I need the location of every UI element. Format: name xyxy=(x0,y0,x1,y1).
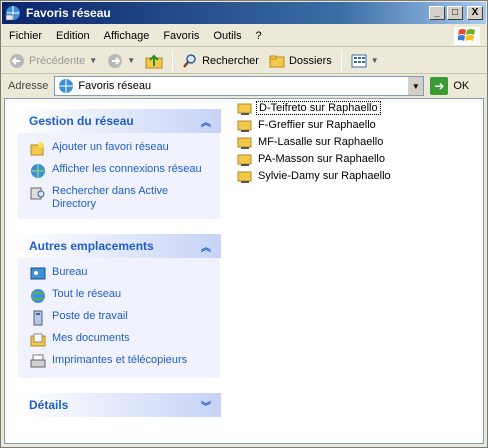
address-dropdown-button[interactable]: ▼ xyxy=(407,77,424,95)
search-icon xyxy=(183,53,196,68)
minimize-button[interactable]: _ xyxy=(429,6,445,20)
network-connections-icon xyxy=(31,164,45,178)
other-places-panel: Autres emplacements ︽ Bureau Tout le rés… xyxy=(17,234,221,379)
list-item[interactable]: Sylvie-Damy sur Raphaello xyxy=(237,167,393,184)
window-title: Favoris réseau xyxy=(26,6,111,20)
other-places-header[interactable]: Autres emplacements ︽ xyxy=(17,234,221,258)
network-tasks-panel: Gestion du réseau ︽ Ajouter un favori ré… xyxy=(17,109,221,220)
desktop-icon xyxy=(30,267,46,280)
toolbar: Précédente ▼ ▼ Rechercher Dossiers ▼ xyxy=(2,48,486,74)
address-label: Adresse xyxy=(8,80,49,92)
windows-logo-icon xyxy=(454,27,480,45)
back-dropdown-icon[interactable]: ▼ xyxy=(89,56,97,65)
address-input[interactable]: Favoris réseau ▼ xyxy=(54,76,425,96)
close-icon: X xyxy=(471,7,479,18)
go-label: OK xyxy=(453,80,470,92)
add-network-place-link[interactable]: Ajouter un favori réseau xyxy=(30,141,210,157)
my-computer-link[interactable]: Poste de travail xyxy=(30,310,210,326)
search-button[interactable]: Rechercher xyxy=(179,50,262,72)
network-folder-icon xyxy=(237,137,252,149)
address-bar: Adresse Favoris réseau ▼ ➔ OK xyxy=(2,75,486,97)
my-documents-icon xyxy=(30,333,46,347)
menu-favoris[interactable]: Favoris xyxy=(156,30,206,42)
network-places-icon xyxy=(5,6,20,21)
up-folder-icon xyxy=(145,54,163,68)
maximize-icon: □ xyxy=(451,7,459,18)
menu-outils[interactable]: Outils xyxy=(206,30,248,42)
panel-title: Gestion du réseau xyxy=(29,114,134,128)
folders-label: Dossiers xyxy=(288,54,332,67)
minimize-icon: _ xyxy=(434,7,440,18)
network-folder-icon xyxy=(237,103,252,115)
up-folder-button[interactable] xyxy=(142,50,166,72)
back-label: Précédente xyxy=(29,54,86,67)
entire-network-icon xyxy=(31,289,45,303)
search-directory-link[interactable]: Rechercher dans Active Directory xyxy=(30,185,210,211)
views-button[interactable]: ▼ xyxy=(348,50,382,72)
list-item[interactable]: MF-Lasalle sur Raphaello xyxy=(237,133,393,150)
list-item[interactable]: PA-Masson sur Raphaello xyxy=(237,150,393,167)
network-folder-icon xyxy=(237,171,252,183)
printers-icon xyxy=(30,354,46,368)
forward-arrow-icon xyxy=(108,53,123,68)
toolbar-separator xyxy=(172,50,174,71)
toolbar-separator xyxy=(340,50,342,71)
title-bar[interactable]: Favoris réseau _ □ X xyxy=(2,2,486,24)
add-network-place-icon xyxy=(30,142,44,156)
back-button[interactable]: Précédente ▼ xyxy=(6,50,100,72)
address-value: Favoris réseau xyxy=(78,80,152,92)
entire-network-link[interactable]: Tout le réseau xyxy=(30,288,210,304)
forward-button[interactable]: ▼ xyxy=(104,50,138,72)
search-directory-icon xyxy=(30,187,45,200)
forward-dropdown-icon[interactable]: ▼ xyxy=(127,56,135,65)
list-item[interactable]: F-Greffier sur Raphaello xyxy=(237,116,393,133)
list-item[interactable]: D-Teifreto sur Raphaello xyxy=(237,99,393,116)
views-dropdown-icon[interactable]: ▼ xyxy=(371,56,379,65)
content-pane: Gestion du réseau ︽ Ajouter un favori ré… xyxy=(4,98,484,444)
folders-button[interactable]: Dossiers xyxy=(266,50,335,72)
details-panel: Détails ︾ xyxy=(17,393,221,417)
close-button[interactable]: X xyxy=(467,6,483,20)
back-arrow-icon xyxy=(10,53,24,68)
collapse-icon[interactable]: ︽ xyxy=(201,114,211,129)
network-places-icon xyxy=(59,79,74,93)
desktop-link[interactable]: Bureau xyxy=(30,266,210,282)
go-arrow-icon: ➔ xyxy=(430,77,449,95)
my-computer-icon xyxy=(33,310,43,326)
panel-title: Détails xyxy=(29,398,69,412)
search-label: Rechercher xyxy=(202,54,259,67)
my-documents-link[interactable]: Mes documents xyxy=(30,332,210,348)
menu-affichage[interactable]: Affichage xyxy=(97,30,157,42)
collapse-icon[interactable]: ︽ xyxy=(201,239,211,254)
details-header[interactable]: Détails ︾ xyxy=(17,393,221,417)
network-tasks-header[interactable]: Gestion du réseau ︽ xyxy=(17,109,221,133)
menu-bar: Fichier Edition Affichage Favoris Outils… xyxy=(2,25,486,47)
go-button[interactable]: ➔ OK xyxy=(430,77,469,95)
network-connections-link[interactable]: Afficher les connexions réseau xyxy=(30,163,210,179)
maximize-button[interactable]: □ xyxy=(447,6,463,20)
network-folder-icon xyxy=(237,154,252,166)
menu-help[interactable]: ? xyxy=(249,30,269,42)
printers-link[interactable]: Imprimantes et télécopieurs xyxy=(30,354,210,370)
chevron-down-icon: ▼ xyxy=(411,81,420,91)
panel-title: Autres emplacements xyxy=(29,239,154,253)
network-folder-icon xyxy=(237,120,252,132)
task-pane: Gestion du réseau ︽ Ajouter un favori ré… xyxy=(17,109,223,431)
network-places-list: D-Teifreto sur Raphaello F-Greffier sur … xyxy=(237,99,393,184)
views-icon xyxy=(351,54,367,67)
explorer-window: Favoris réseau _ □ X Fichier Edition Aff… xyxy=(0,0,488,448)
folders-icon xyxy=(269,55,285,67)
menu-edition[interactable]: Edition xyxy=(49,30,97,42)
menu-fichier[interactable]: Fichier xyxy=(2,30,49,42)
expand-icon[interactable]: ︾ xyxy=(201,398,211,413)
